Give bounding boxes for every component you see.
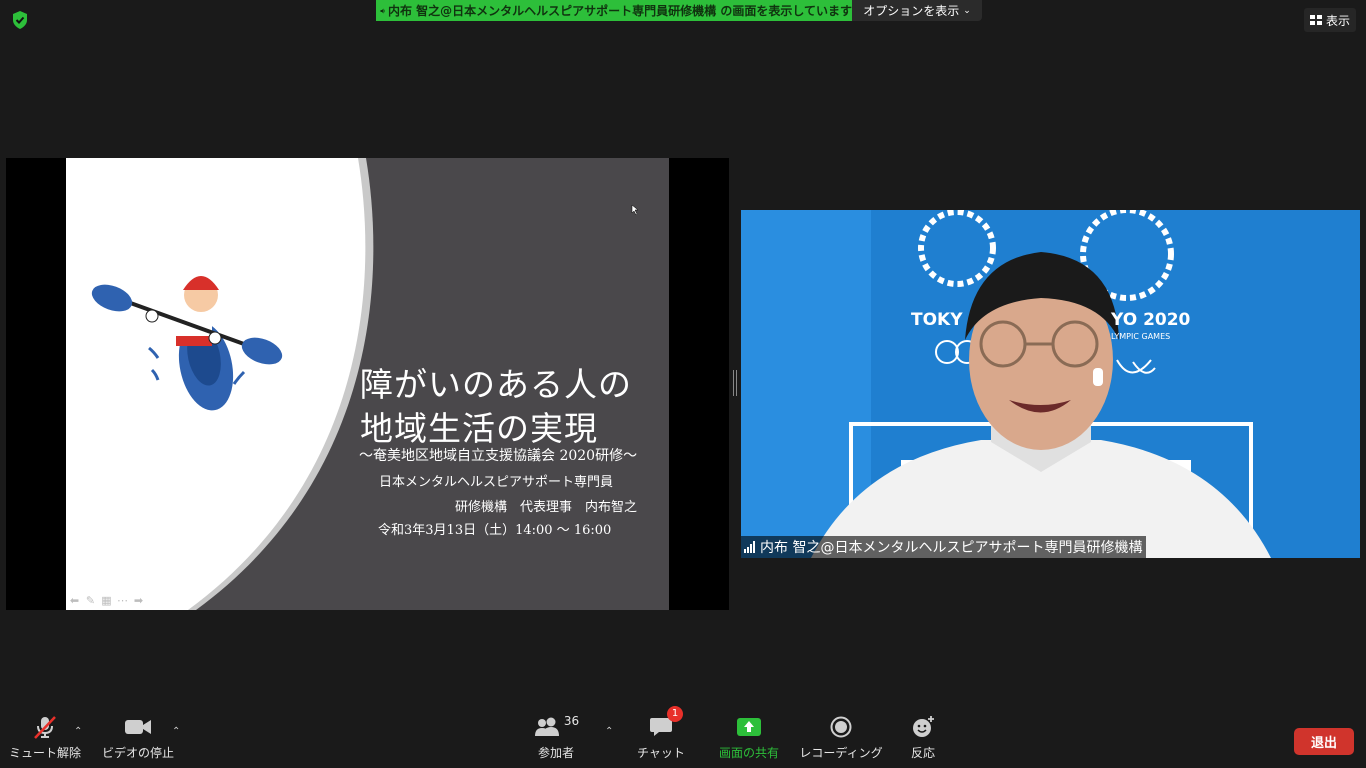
view-options-button[interactable]: オプションを表示 ⌄	[852, 0, 982, 21]
video-frame-graphic	[741, 210, 1360, 558]
slideshow-toolbar: ⬅ ✎ ▦ ⋯ ➡	[68, 594, 145, 607]
previous-slide-icon[interactable]: ⬅	[68, 594, 81, 607]
share-screen-label: 画面の共有	[718, 746, 779, 760]
meeting-toolbar: ミュート解除 ⌃ ビデオの停止 ⌃ 36 参加者 ⌃ 1 チャット 画面の共有 …	[0, 706, 1366, 768]
split-view-resize-handle[interactable]	[733, 370, 737, 396]
bg-text-games: LYMPIC GAMES	[1111, 332, 1171, 341]
slides-icon[interactable]: ▦	[100, 594, 113, 607]
unmute-button[interactable]: ミュート解除	[9, 712, 82, 761]
stop-video-label: ビデオの停止	[102, 746, 175, 760]
share-banner-text: 内布 智之@日本メンタルヘルスピアサポート専門員研修機構 の画面を表示しています	[388, 4, 852, 18]
view-options-label: オプションを表示	[863, 4, 960, 18]
share-screen-icon	[737, 718, 761, 736]
record-label: レコーディング	[799, 746, 883, 760]
participant-name: 内布 智之@日本メンタルヘルスピアサポート専門員研修機構	[760, 540, 1143, 556]
shared-screen[interactable]: 障がいのある人の 地域生活の実現 ～奄美地区地域自立支援協議会 2020研修～ …	[6, 158, 729, 610]
slide-title-line1: 障がいのある人の	[360, 365, 632, 404]
participant-name-label: 内布 智之@日本メンタルヘルスピアサポート専門員研修機構	[741, 536, 1147, 558]
chevron-down-icon: ⌄	[963, 5, 971, 16]
microphone-muted-icon	[34, 716, 56, 739]
participants-button[interactable]: 36 参加者	[528, 712, 584, 761]
participants-count: 36	[563, 714, 580, 728]
audio-options-caret-icon[interactable]: ⌃	[74, 726, 82, 737]
pen-icon[interactable]: ✎	[84, 594, 97, 607]
slide-title-line2: 地域生活の実現	[360, 409, 598, 448]
reaction-emoji-icon	[913, 716, 934, 737]
unmute-label: ミュート解除	[9, 746, 82, 760]
slide-subtitle: ～奄美地区地域自立支援協議会 2020研修～	[359, 448, 638, 464]
reactions-button[interactable]: 反応	[902, 712, 944, 761]
video-options-caret-icon[interactable]: ⌃	[172, 726, 180, 737]
leave-meeting-button[interactable]: 退出	[1294, 728, 1354, 755]
reactions-label: 反応	[910, 746, 935, 760]
bg-text-tokyo: TOKY	[911, 310, 963, 330]
participant-video-tile[interactable]: TOKY YO 2020 LYMPIC GAMES 内布 智之@日本メンタルヘル…	[741, 210, 1360, 558]
chat-label: チャット	[637, 746, 685, 760]
slide-date: 令和3年3月13日（土）14:00 ～ 16:00	[378, 523, 612, 538]
connection-signal-icon	[744, 541, 755, 553]
video-camera-icon	[125, 720, 151, 734]
participants-label: 参加者	[537, 746, 574, 760]
record-button[interactable]: レコーディング	[799, 712, 883, 761]
participants-options-caret-icon[interactable]: ⌃	[605, 726, 613, 737]
view-button[interactable]: 表示	[1304, 8, 1356, 32]
slide-org-line1: 日本メンタルヘルスピアサポート専門員	[379, 475, 614, 490]
bg-text-2020: YO 2020	[1111, 310, 1191, 330]
presentation-slide: 障がいのある人の 地域生活の実現 ～奄美地区地域自立支援協議会 2020研修～ …	[66, 158, 669, 610]
share-screen-button[interactable]: 画面の共有	[714, 712, 784, 761]
grid-view-icon	[1309, 15, 1322, 25]
participants-icon	[534, 717, 559, 736]
stop-video-button[interactable]: ビデオの停止	[102, 712, 175, 761]
view-button-label: 表示	[1325, 13, 1350, 28]
chat-button[interactable]: 1 チャット	[636, 706, 686, 761]
slide-org-line2: 研修機構 代表理事 内布智之	[455, 500, 638, 515]
record-icon	[830, 716, 852, 738]
speaker-icon	[380, 8, 385, 13]
screen-share-banner: 内布 智之@日本メンタルヘルスピアサポート専門員研修機構 の画面を表示しています	[376, 0, 852, 21]
chat-unread-badge: 1	[667, 706, 683, 722]
more-options-icon[interactable]: ⋯	[116, 594, 129, 607]
next-slide-icon[interactable]: ➡	[132, 594, 145, 607]
security-shield-icon[interactable]	[9, 9, 31, 31]
mouse-cursor-icon	[631, 204, 639, 216]
